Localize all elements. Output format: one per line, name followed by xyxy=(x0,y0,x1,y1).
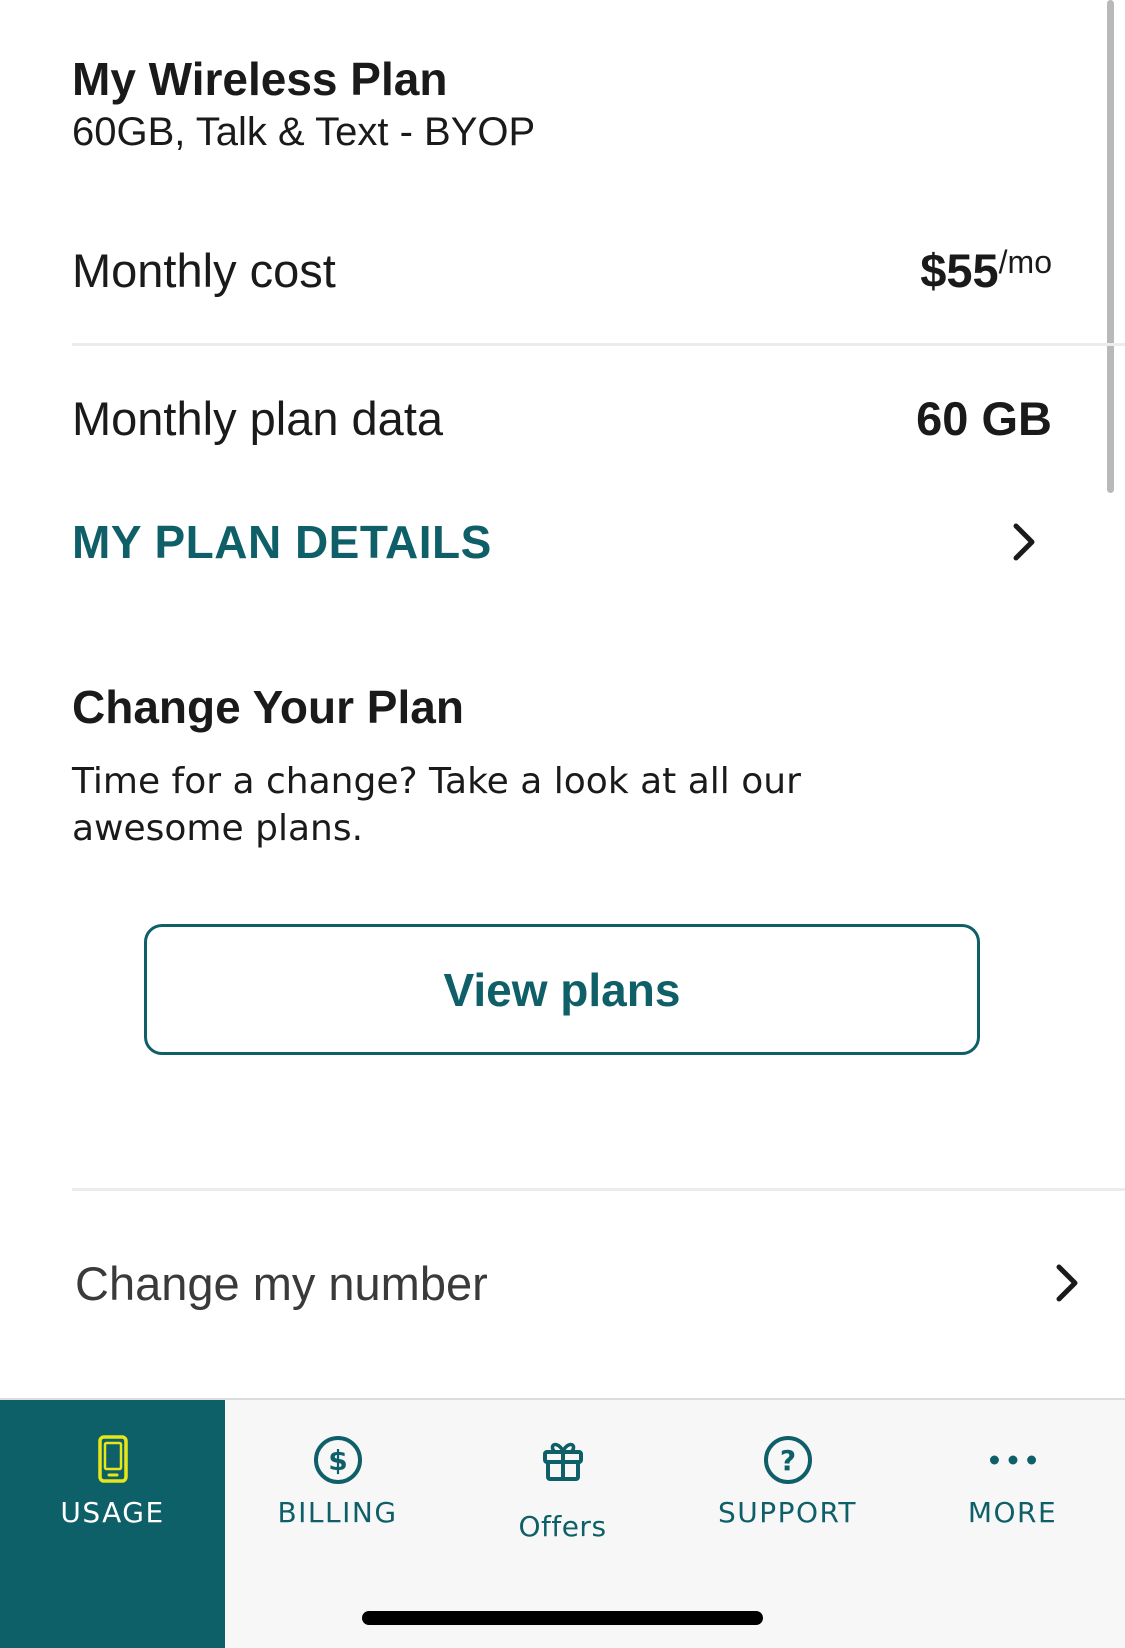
gift-icon xyxy=(537,1434,589,1486)
more-dots-icon xyxy=(987,1434,1039,1486)
scrollbar[interactable] xyxy=(1107,0,1114,493)
chevron-right-icon xyxy=(1049,1261,1085,1305)
my-plan-details-label: MY PLAN DETAILS xyxy=(72,516,492,568)
tab-billing-label: BILLING xyxy=(277,1496,398,1529)
plan-data-row: Monthly plan data 60 GB xyxy=(72,386,1052,450)
plan-data-label: Monthly plan data xyxy=(72,391,444,445)
monthly-cost-value-group: $55/mo xyxy=(920,243,1052,298)
change-plan-title: Change Your Plan xyxy=(72,681,464,733)
monthly-cost-value: $55 xyxy=(920,243,999,297)
change-my-number-label: Change my number xyxy=(75,1256,488,1310)
view-plans-button[interactable]: View plans xyxy=(144,924,980,1055)
monthly-cost-row: Monthly cost $55/mo xyxy=(72,238,1052,302)
monthly-cost-label: Monthly cost xyxy=(72,243,336,297)
tab-more[interactable]: MORE xyxy=(900,1400,1125,1648)
plan-title: My Wireless Plan xyxy=(72,53,448,105)
my-plan-details-link[interactable]: MY PLAN DETAILS xyxy=(72,510,1042,574)
tab-more-label: MORE xyxy=(967,1496,1058,1529)
change-my-number-row[interactable]: Change my number xyxy=(75,1250,1085,1316)
plan-subtitle: 60GB, Talk & Text - BYOP xyxy=(72,110,536,154)
help-circle-icon: ? xyxy=(762,1434,814,1486)
phone-icon xyxy=(87,1434,139,1486)
tab-usage[interactable]: USAGE xyxy=(0,1400,225,1648)
home-indicator xyxy=(362,1611,763,1625)
chevron-right-icon xyxy=(1006,520,1042,564)
divider xyxy=(72,1188,1125,1191)
tab-offers-label: Offers xyxy=(518,1510,607,1543)
change-plan-description: Time for a change? Take a look at all ou… xyxy=(72,761,801,849)
tab-usage-label: USAGE xyxy=(60,1496,165,1529)
view-plans-label: View plans xyxy=(443,963,681,1016)
divider xyxy=(72,343,1125,346)
dollar-circle-icon: $ xyxy=(312,1434,364,1486)
monthly-cost-unit: /mo xyxy=(998,243,1052,280)
plan-data-value: 60 GB xyxy=(916,391,1052,445)
svg-text:?: ? xyxy=(779,1444,795,1477)
svg-text:$: $ xyxy=(328,1444,347,1477)
tab-support-label: SUPPORT xyxy=(717,1496,858,1529)
